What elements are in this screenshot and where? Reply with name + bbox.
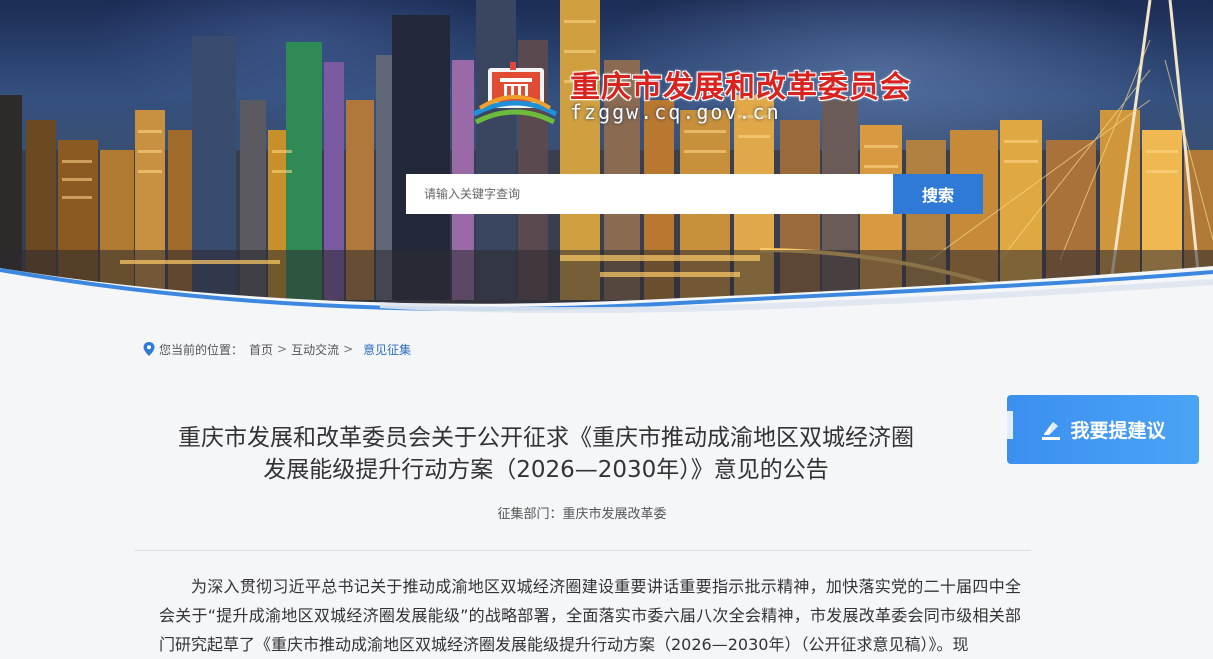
divider (134, 550, 1031, 551)
breadcrumb: 您当前的位置： 首页 > 互动交流 > 意见征集 (143, 341, 411, 357)
site-logo[interactable]: 重庆市发展和改革委员会 fzggw.cq.gov.cn (470, 56, 940, 126)
article-title-line: 发展能级提升行动方案（2026—2030年）》意见的公告 (263, 457, 829, 483)
suggest-button-label: 我要提建议 (1070, 420, 1166, 442)
breadcrumb-home[interactable]: 首页 (249, 341, 273, 358)
article-body: 为深入贯彻习近平总书记关于推动成渝地区双城经济圈建设重要讲话重要指示批示精神，加… (159, 577, 1021, 654)
breadcrumb-separator: > (343, 342, 354, 356)
search-bar: 搜索 (406, 174, 983, 214)
search-button[interactable]: 搜索 (893, 174, 983, 214)
search-input[interactable] (406, 174, 893, 214)
suggest-button-edge (1007, 411, 1013, 439)
breadcrumb-interaction[interactable]: 互动交流 (291, 341, 339, 358)
article-title: 重庆市发展和改革委员会关于公开征求《重庆市推动成渝地区双城经济圈 发展能级提升行… (140, 422, 952, 486)
cqfgw-emblem-icon (472, 62, 558, 125)
breadcrumb-current[interactable]: 意见征集 (363, 341, 411, 358)
suggest-button[interactable]: 我要提建议 (1007, 395, 1199, 464)
article-title-line: 重庆市发展和改革委员会关于公开征求《重庆市推动成渝地区双城经济圈 (178, 425, 914, 451)
department-name: 重庆市发展改革委 (562, 507, 667, 522)
pen-edit-icon (1042, 421, 1061, 440)
breadcrumb-separator: > (277, 342, 288, 356)
location-pin-icon (143, 342, 155, 356)
header-banner: 重庆市发展和改革委员会 fzggw.cq.gov.cn 搜索 (0, 0, 1213, 320)
department-info: 征集部门：重庆市发展改革委 (140, 503, 1024, 522)
department-label: 征集部门： (497, 507, 563, 522)
breadcrumb-prefix: 您当前的位置： (159, 342, 244, 357)
site-domain: fzggw.cq.gov.cn (570, 100, 781, 124)
